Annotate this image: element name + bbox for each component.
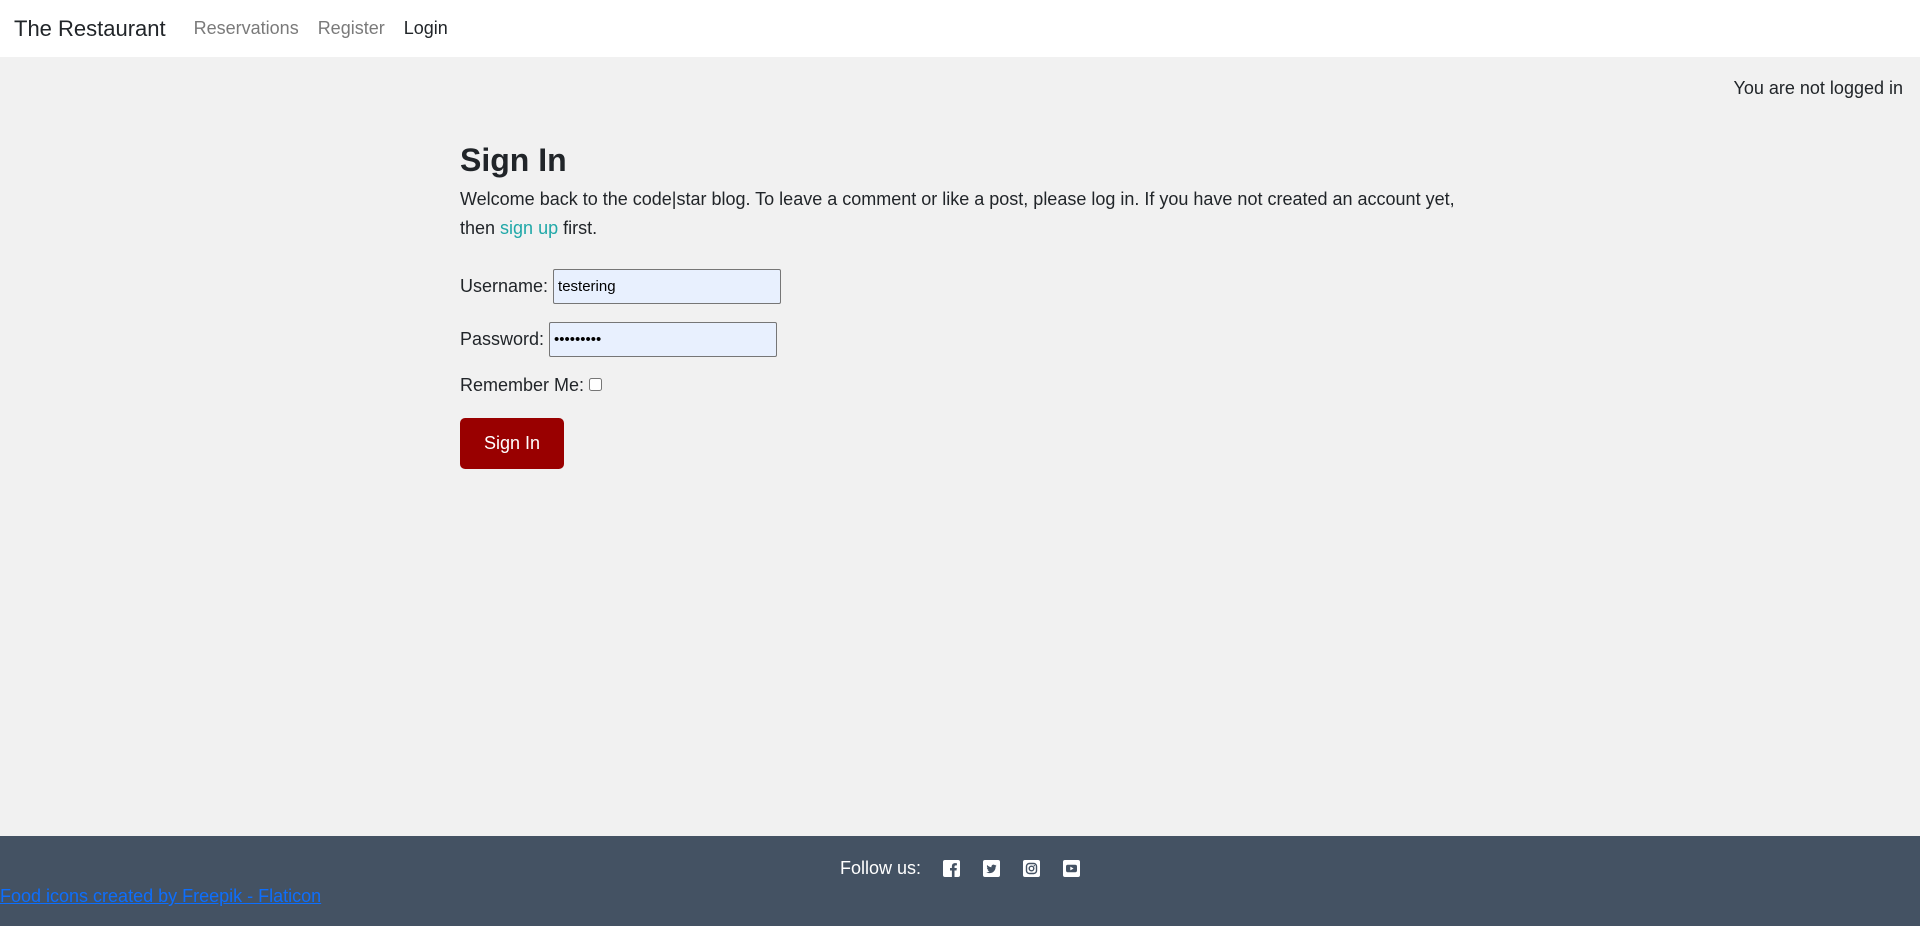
sign-in-button[interactable]: Sign In xyxy=(460,418,564,469)
username-input[interactable] xyxy=(553,269,782,304)
password-label: Password: xyxy=(460,329,545,349)
sign-up-link[interactable]: sign up xyxy=(500,218,558,238)
main-content: Sign In Welcome back to the code|star bl… xyxy=(460,142,1460,469)
username-label: Username: xyxy=(460,276,549,296)
login-form: Username: Password: Remember Me: Sign In xyxy=(460,269,1460,469)
navbar: The Restaurant Reservations Register Log… xyxy=(0,0,1920,57)
follow-us: Follow us: xyxy=(840,858,1103,879)
page-title: Sign In xyxy=(460,142,567,178)
intro-text-after: first. xyxy=(558,218,598,238)
login-status-text: You are not logged in xyxy=(1733,78,1903,98)
youtube-icon[interactable] xyxy=(1063,860,1081,877)
password-input[interactable] xyxy=(549,322,778,357)
footer: Follow us: Food icons created by Freepik… xyxy=(0,836,1920,926)
intro-text: Welcome back to the code|star blog. To l… xyxy=(460,185,1460,243)
instagram-icon[interactable] xyxy=(1023,860,1041,877)
brand-link[interactable]: The Restaurant xyxy=(14,16,166,42)
remember-row: Remember Me: xyxy=(460,375,1460,396)
remember-checkbox[interactable] xyxy=(589,378,603,391)
nav-register[interactable]: Register xyxy=(318,18,385,39)
nav-reservations[interactable]: Reservations xyxy=(194,18,299,39)
follow-label: Follow us: xyxy=(840,858,922,878)
username-row: Username: xyxy=(460,269,1460,304)
intro-text-before: Welcome back to the code|star blog. To l… xyxy=(460,189,1455,238)
facebook-icon[interactable] xyxy=(943,860,961,877)
remember-label: Remember Me: xyxy=(460,375,585,395)
password-row: Password: xyxy=(460,322,1460,357)
twitter-icon[interactable] xyxy=(983,860,1001,877)
flaticon-credit-link[interactable]: Food icons created by Freepik - Flaticon xyxy=(0,886,321,907)
nav-login[interactable]: Login xyxy=(404,18,448,39)
